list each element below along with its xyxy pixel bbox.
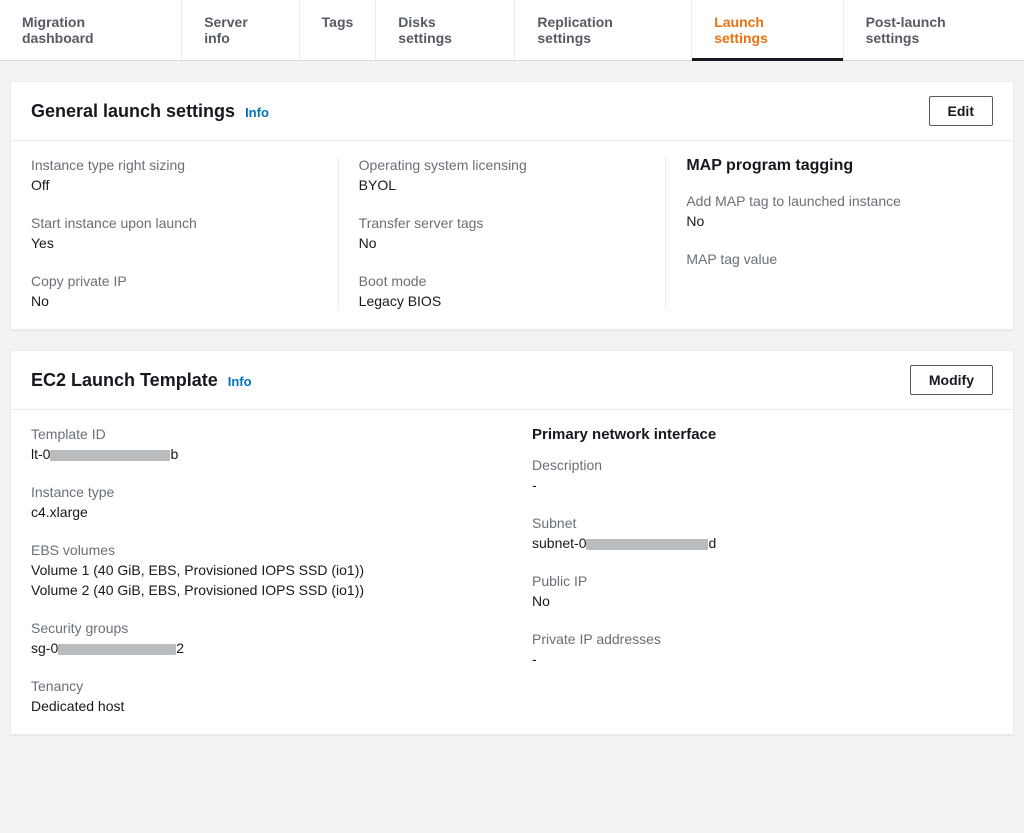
- edit-button[interactable]: Edit: [929, 96, 993, 126]
- redacted-bar-icon: [58, 644, 176, 655]
- tab-bar: Migration dashboard Server info Tags Dis…: [0, 0, 1024, 61]
- primary-network-interface-heading: Primary network interface: [532, 426, 993, 443]
- subnet-label: Subnet: [532, 515, 993, 531]
- general-info-link[interactable]: Info: [245, 105, 269, 120]
- os-licensing-value: BYOL: [359, 177, 646, 193]
- boot-mode-label: Boot mode: [359, 273, 646, 289]
- instance-right-sizing-label: Instance type right sizing: [31, 157, 318, 173]
- map-heading: MAP program tagging: [686, 157, 973, 175]
- tab-server-info[interactable]: Server info: [182, 0, 299, 60]
- map-tag-value-label: MAP tag value: [686, 251, 973, 267]
- modify-button[interactable]: Modify: [910, 365, 993, 395]
- copy-private-ip-value: No: [31, 293, 318, 309]
- map-add-label: Add MAP tag to launched instance: [686, 193, 973, 209]
- general-panel-header: General launch settings Info Edit: [11, 82, 1013, 141]
- security-groups-label: Security groups: [31, 620, 492, 636]
- public-ip-label: Public IP: [532, 573, 993, 589]
- map-add-value: No: [686, 213, 973, 229]
- ec2-info-link[interactable]: Info: [228, 374, 252, 389]
- boot-mode-value: Legacy BIOS: [359, 293, 646, 309]
- ebs-volumes-label: EBS volumes: [31, 542, 492, 558]
- tab-launch-settings[interactable]: Launch settings: [692, 0, 843, 60]
- copy-private-ip-label: Copy private IP: [31, 273, 318, 289]
- general-title: General launch settings: [31, 101, 235, 122]
- ebs-volume-1: Volume 1 (40 GiB, EBS, Provisioned IOPS …: [31, 562, 492, 578]
- private-ip-label: Private IP addresses: [532, 631, 993, 647]
- instance-type-label: Instance type: [31, 484, 492, 500]
- transfer-tags-label: Transfer server tags: [359, 215, 646, 231]
- ec2-launch-template-panel: EC2 Launch Template Info Modify Template…: [10, 350, 1014, 735]
- redacted-bar-icon: [586, 539, 708, 550]
- tenancy-label: Tenancy: [31, 678, 492, 694]
- tenancy-value: Dedicated host: [31, 698, 492, 714]
- tab-disks-settings[interactable]: Disks settings: [376, 0, 515, 60]
- tab-replication-settings[interactable]: Replication settings: [515, 0, 692, 60]
- template-id-label: Template ID: [31, 426, 492, 442]
- ec2-title: EC2 Launch Template: [31, 370, 218, 391]
- template-id-value: lt-0b: [31, 446, 492, 462]
- transfer-tags-value: No: [359, 235, 646, 251]
- start-instance-value: Yes: [31, 235, 318, 251]
- security-groups-value: sg-02: [31, 640, 492, 656]
- redacted-bar-icon: [50, 450, 170, 461]
- os-licensing-label: Operating system licensing: [359, 157, 646, 173]
- tab-tags[interactable]: Tags: [300, 0, 377, 60]
- ec2-panel-header: EC2 Launch Template Info Modify: [11, 351, 1013, 410]
- private-ip-value: -: [532, 651, 993, 667]
- general-launch-settings-panel: General launch settings Info Edit Instan…: [10, 81, 1014, 330]
- description-label: Description: [532, 457, 993, 473]
- tab-post-launch-settings[interactable]: Post-launch settings: [844, 0, 1024, 60]
- tab-migration-dashboard[interactable]: Migration dashboard: [0, 0, 182, 60]
- public-ip-value: No: [532, 593, 993, 609]
- instance-right-sizing-value: Off: [31, 177, 318, 193]
- subnet-value: subnet-0d: [532, 535, 993, 551]
- instance-type-value: c4.xlarge: [31, 504, 492, 520]
- ebs-volume-2: Volume 2 (40 GiB, EBS, Provisioned IOPS …: [31, 582, 492, 598]
- description-value: -: [532, 477, 993, 493]
- start-instance-label: Start instance upon launch: [31, 215, 318, 231]
